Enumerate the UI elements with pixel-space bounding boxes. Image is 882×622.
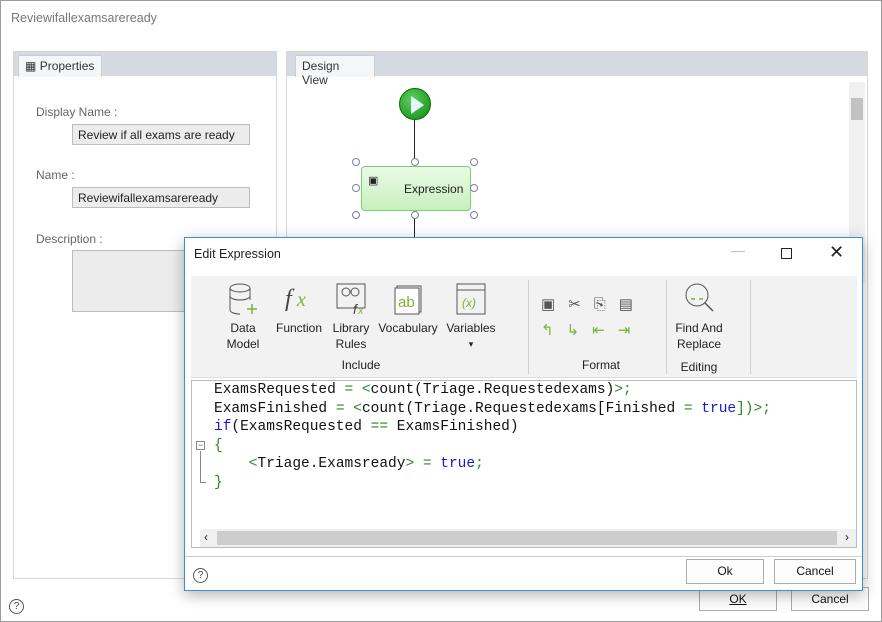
minimize-button[interactable]: —	[731, 242, 745, 258]
expression-icon: ▣	[368, 175, 379, 187]
database-add-icon	[229, 283, 257, 315]
description-label: Description :	[36, 232, 103, 246]
svg-text:(x): (x)	[462, 296, 476, 310]
window-title: Reviewifallexamsareready	[11, 11, 157, 25]
svg-text:ab: ab	[398, 294, 415, 311]
dialog-title: Edit Expression	[194, 247, 281, 261]
find-replace-icon	[685, 283, 714, 312]
maximize-button[interactable]	[781, 248, 792, 259]
vocabulary-icon: ab	[394, 285, 422, 315]
find-and-replace-button[interactable]: Find And Replace	[671, 282, 727, 352]
outdent-icon[interactable]: ⇤	[592, 322, 618, 339]
cut-icon[interactable]: ✂	[568, 296, 594, 313]
variables-icon: (x)	[456, 283, 486, 315]
dialog-cancel-button[interactable]: Cancel	[774, 559, 856, 584]
dialog-ok-button[interactable]: Ok	[686, 559, 764, 584]
vocabulary-button[interactable]: ab Vocabulary	[377, 282, 439, 336]
data-model-button[interactable]: Data Model	[221, 282, 265, 352]
copy-icon[interactable]: ⎘	[594, 296, 619, 313]
library-rules-icon: fx	[336, 283, 366, 316]
resize-handle[interactable]	[470, 158, 478, 166]
name-label: Name :	[36, 168, 75, 182]
code-line: ExamsRequested = <count(Triage.Requested…	[214, 382, 632, 398]
function-button[interactable]: fx Function	[271, 282, 327, 336]
expression-node[interactable]: ▣ Expression	[361, 166, 471, 211]
code-editor[interactable]: ExamsRequested = <count(Triage.Requested…	[191, 380, 857, 548]
scrollbar-thumb[interactable]	[217, 531, 837, 545]
include-group-label: Include	[341, 358, 381, 372]
variables-button[interactable]: (x) Variables ▾	[445, 282, 497, 352]
scroll-left-icon[interactable]: ‹	[204, 530, 208, 544]
resize-handle[interactable]	[470, 211, 478, 219]
code-line: ExamsFinished = <count(Triage.Requestede…	[214, 400, 771, 417]
code-line: {	[214, 437, 223, 454]
svg-text:f: f	[285, 286, 295, 312]
help-icon[interactable]: ?	[9, 599, 24, 614]
tab-properties[interactable]: ▦ Properties	[18, 55, 102, 77]
edit-expression-dialog: Edit Expression — ✕ Data Model fx Functio…	[184, 237, 863, 591]
properties-icon: ▦	[25, 59, 37, 73]
play-icon[interactable]	[399, 88, 431, 120]
code-line: if(ExamsRequested == ExamsFinished)	[214, 419, 519, 435]
tab-design-view[interactable]: Design View	[295, 55, 375, 87]
help-icon[interactable]: ?	[193, 568, 208, 583]
save-icon[interactable]: ▣	[541, 296, 568, 313]
svg-text:x: x	[296, 289, 306, 311]
horizontal-scrollbar[interactable]: ‹ ›	[200, 529, 856, 547]
display-name-field[interactable]: Review if all exams are ready	[72, 124, 250, 145]
indent-icon[interactable]: ⇥	[618, 322, 644, 339]
library-rules-button[interactable]: fx Library Rules	[329, 282, 373, 352]
code-line: <Triage.Examsready> = true;	[214, 456, 484, 472]
redo-icon[interactable]: ↳	[567, 322, 593, 339]
undo-icon[interactable]: ↰	[541, 322, 567, 339]
resize-handle[interactable]	[411, 211, 419, 219]
function-icon: fx	[285, 286, 306, 312]
scrollbar-thumb[interactable]	[851, 98, 863, 120]
display-name-label: Display Name :	[36, 105, 118, 119]
fold-line	[200, 451, 206, 483]
format-group-label: Format	[581, 358, 620, 372]
resize-handle[interactable]	[352, 158, 360, 166]
editing-group-label: Editing	[680, 360, 718, 374]
ribbon: Data Model fx Function fx Library Rules ab…	[191, 276, 857, 378]
resize-handle[interactable]	[470, 184, 478, 192]
code-line: }	[214, 474, 223, 491]
name-field[interactable]: Reviewifallexamsareready	[72, 187, 250, 208]
resize-handle[interactable]	[411, 158, 419, 166]
collapse-icon[interactable]: −	[196, 441, 205, 450]
svg-text:x: x	[357, 305, 364, 316]
resize-handle[interactable]	[352, 211, 360, 219]
paste-icon[interactable]: ▤	[619, 296, 646, 313]
scroll-right-icon[interactable]: ›	[845, 530, 849, 544]
resize-handle[interactable]	[352, 184, 360, 192]
close-button[interactable]: ✕	[829, 242, 844, 263]
format-toolbar: ▣✂⎘▤ ↰↳⇤⇥	[541, 292, 656, 344]
